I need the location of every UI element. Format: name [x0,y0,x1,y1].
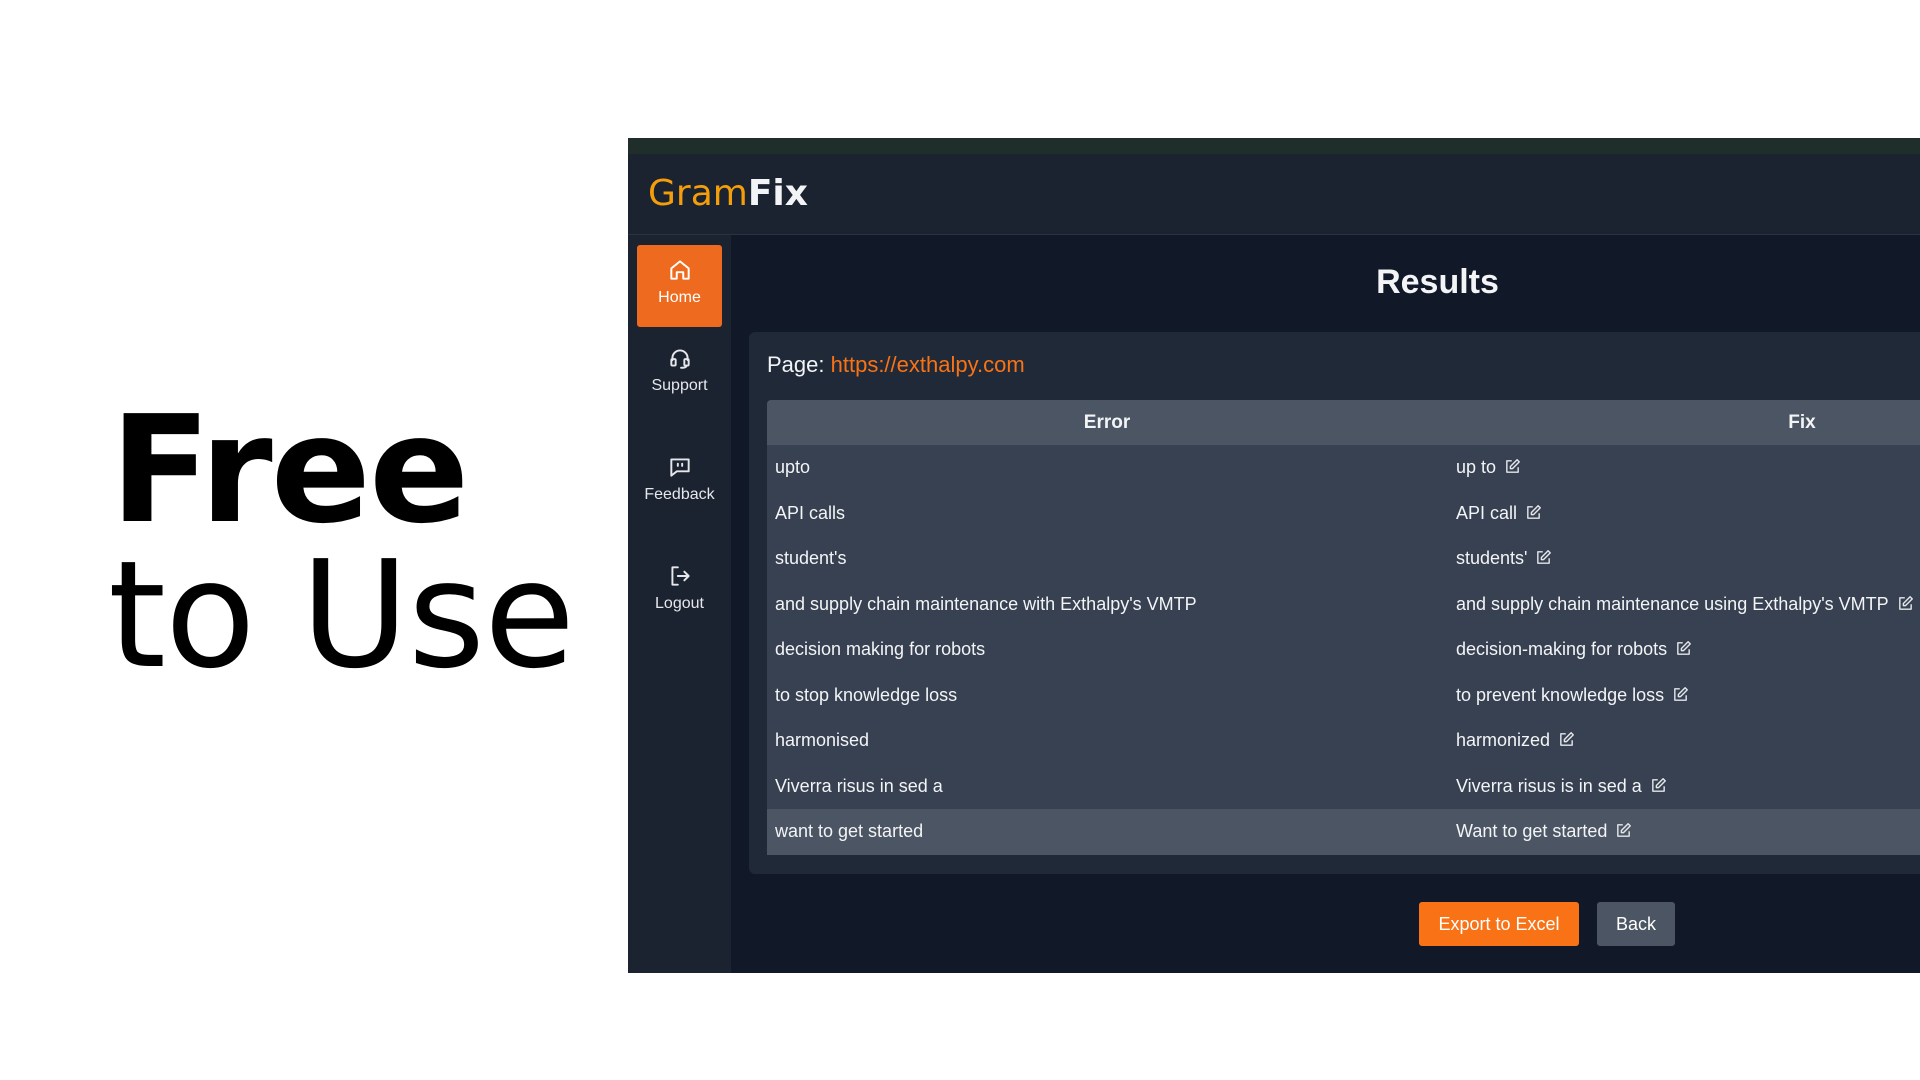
edit-icon[interactable] [1525,504,1542,521]
column-header-fix: Fix [1788,412,1816,433]
sidebar-item-logout[interactable]: Logout [637,551,722,633]
page-url-line: Page: https://exthalpy.com [767,352,1025,378]
table-row: harmonised harmonized [767,718,1920,764]
error-cell: Viverra risus in sed a [775,775,943,796]
sidebar-item-feedback[interactable]: Feedback [637,442,722,524]
table-row: upto up to [767,445,1920,491]
sidebar-item-label: Logout [655,595,704,612]
page-title: Results [1376,263,1499,301]
promo-headline-to-use: to Use [108,529,575,701]
table-header: Error Fix [767,400,1920,445]
sidebar-item-label: Home [658,289,701,306]
edit-icon[interactable] [1672,686,1689,703]
logout-icon [670,566,690,586]
sidebar-item-label: Support [651,377,708,394]
error-cell: decision making for robots [775,639,986,659]
error-cell: harmonised [775,730,870,750]
fix-cell: to prevent knowledge loss [1456,685,1689,706]
home-icon [669,260,690,280]
edit-icon[interactable] [1504,458,1521,475]
fix-cell: up to [1456,457,1521,478]
results-table: Error Fix upto up to API calls API call … [767,400,1920,855]
browser-strip [628,138,1920,155]
fix-cell: and supply chain maintenance using Extha… [1456,594,1914,615]
edit-icon[interactable] [1535,549,1552,566]
error-cell: upto [775,457,811,477]
error-cell: want to get started [775,821,924,841]
page-url-link[interactable]: https://exthalpy.com [831,352,1025,377]
error-cell: student's [775,548,847,568]
edit-icon[interactable] [1615,822,1632,839]
fix-cell: Viverra risus is in sed a [1456,776,1667,797]
app-screenshot: GramFix Home Support Feedback Logout Res… [628,138,1920,973]
back-button[interactable]: Back [1597,902,1675,946]
feedback-icon [669,458,690,477]
sidebar-item-support[interactable]: Support [637,333,722,415]
edit-icon[interactable] [1897,595,1914,612]
page-label: Page: [767,352,825,377]
table-row: decision making for robots decision-maki… [767,627,1920,673]
sidebar-item-label: Feedback [644,486,715,503]
error-cell: and supply chain maintenance with Exthal… [775,593,1197,614]
fix-cell: Want to get started [1456,821,1632,842]
edit-icon[interactable] [1675,640,1692,657]
error-cell: API calls [775,502,846,523]
sidebar-item-home[interactable]: Home [637,245,722,327]
table-row: API calls API call [767,490,1920,536]
fix-cell: students' [1456,548,1552,569]
sidebar: Home Support Feedback Logout [628,235,731,973]
headset-icon [669,349,690,369]
gramfix-logo[interactable]: GramFix [648,172,808,216]
export-to-excel-button[interactable]: Export to Excel [1419,902,1579,946]
fix-cell: decision-making for robots [1456,639,1692,660]
error-cell: to stop knowledge loss [775,684,958,705]
table-row: want to get started Want to get started [767,809,1920,855]
table-row: and supply chain maintenance with Exthal… [767,581,1920,627]
column-header-error: Error [1083,412,1131,433]
fix-cell: harmonized [1456,730,1575,751]
table-row: Viverra risus in sed a Viverra risus is … [767,763,1920,809]
fix-cell: API call [1456,503,1542,524]
results-panel: Page: https://exthalpy.com Error Fix upt… [749,332,1920,874]
app-header: GramFix [628,154,1920,235]
edit-icon[interactable] [1650,777,1667,794]
table-row: to stop knowledge loss to prevent knowle… [767,672,1920,718]
edit-icon[interactable] [1558,731,1575,748]
table-row: student's students' [767,536,1920,582]
promo-headline-free: Free [110,384,469,556]
